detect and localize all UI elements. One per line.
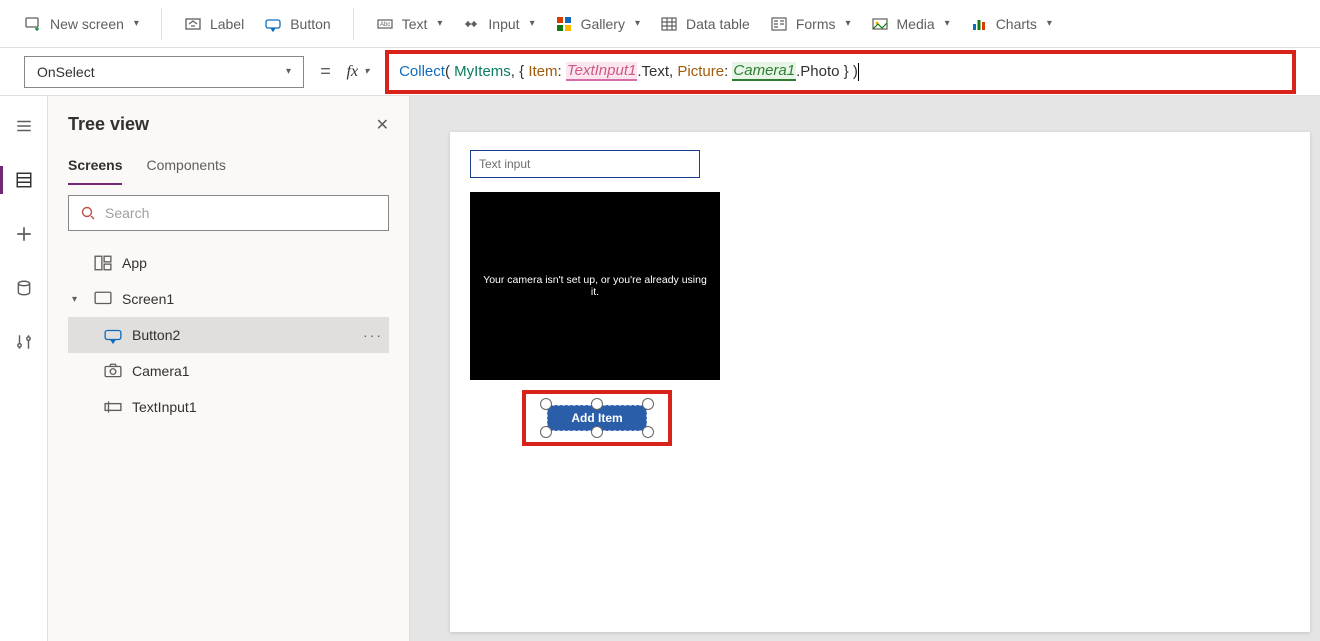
chevron-down-icon: ▾ [437, 18, 442, 29]
tree-item-textinput1[interactable]: TextInput1 [68, 389, 389, 425]
rail-insert[interactable] [8, 218, 40, 250]
more-icon[interactable]: ··· [363, 327, 383, 343]
rail-tools[interactable] [8, 326, 40, 358]
tree-item-camera1[interactable]: Camera1 [68, 353, 389, 389]
charts-icon [970, 15, 988, 33]
button-label: Button [290, 16, 330, 32]
chevron-down-icon: ▾ [635, 18, 640, 29]
resize-handle[interactable] [642, 426, 654, 438]
tree-title: Tree view [68, 114, 149, 135]
canvas-text-input[interactable]: Text input [470, 150, 700, 178]
fx-button[interactable]: fx▾ [347, 63, 370, 81]
tree-tabs: Screens Components [68, 151, 389, 185]
screen-icon [94, 290, 112, 308]
tree-label: App [122, 255, 147, 271]
rail-hamburger[interactable] [8, 110, 40, 142]
text-input-placeholder: Text input [479, 157, 530, 171]
camera-icon [104, 362, 122, 380]
tree-item-app[interactable]: App [68, 245, 389, 281]
text-input-icon [104, 398, 122, 416]
resize-handle[interactable] [591, 398, 603, 410]
ribbon-divider [353, 8, 354, 40]
media-icon [871, 15, 889, 33]
screen-plus-icon [24, 15, 42, 33]
button-icon [104, 326, 122, 344]
text-label: Text [402, 16, 428, 32]
charts-label: Charts [996, 16, 1037, 32]
rail-tree-view[interactable] [8, 164, 40, 196]
label-icon [184, 15, 202, 33]
app-canvas[interactable]: Text input Your camera isn't set up, or … [450, 132, 1310, 632]
data-table-button[interactable]: Data table [650, 9, 760, 39]
tree-item-button2[interactable]: Button2 ··· [68, 317, 389, 353]
ribbon-toolbar: New screen ▾ Label Button Abc Text ▾ Inp… [0, 0, 1320, 48]
add-item-button[interactable]: Add Item [547, 405, 647, 431]
search-placeholder: Search [105, 205, 149, 221]
chevron-down-icon: ▾ [845, 18, 850, 29]
new-screen-button[interactable]: New screen ▾ [14, 9, 149, 39]
tree-label: Button2 [132, 327, 180, 343]
canvas-camera[interactable]: Your camera isn't set up, or you're alre… [470, 192, 720, 380]
label-button[interactable]: Label [174, 9, 254, 39]
chevron-down-icon: ▾ [134, 18, 139, 29]
left-rail [0, 96, 48, 641]
property-selector[interactable]: OnSelect ▾ [24, 56, 304, 88]
data-table-label: Data table [686, 16, 750, 32]
button-button[interactable]: Button [254, 9, 340, 39]
text-button[interactable]: Abc Text ▾ [366, 9, 453, 39]
resize-handle[interactable] [540, 398, 552, 410]
formula-input[interactable]: Collect( MyItems, { Item: TextInput1.Tex… [385, 50, 1296, 94]
input-button[interactable]: Input ▾ [452, 9, 544, 39]
formula-bar: OnSelect ▾ = fx▾ Collect( MyItems, { Ite… [0, 48, 1320, 96]
gallery-button[interactable]: Gallery ▾ [545, 9, 650, 39]
search-icon [79, 204, 97, 222]
camera-message: Your camera isn't set up, or you're alre… [480, 274, 710, 298]
tree-view-panel: Tree view ✕ Screens Components Search Ap… [48, 96, 410, 641]
main-area: Tree view ✕ Screens Components Search Ap… [0, 96, 1320, 641]
tree-label: Screen1 [122, 291, 174, 307]
tree-list: App ▾ Screen1 Button2 ··· Camera1 TextIn… [68, 245, 389, 425]
media-label: Media [897, 16, 935, 32]
chevron-down-icon: ▾ [1047, 18, 1052, 29]
data-table-icon [660, 15, 678, 33]
property-value: OnSelect [37, 64, 95, 80]
tree-item-screen1[interactable]: ▾ Screen1 [68, 281, 389, 317]
tab-screens[interactable]: Screens [68, 151, 122, 185]
gallery-icon [555, 15, 573, 33]
input-label: Input [488, 16, 519, 32]
forms-label: Forms [796, 16, 836, 32]
label-label: Label [210, 16, 244, 32]
tree-search[interactable]: Search [68, 195, 389, 231]
button-icon [264, 15, 282, 33]
svg-text:Abc: Abc [380, 22, 390, 28]
forms-button[interactable]: Forms ▾ [760, 9, 861, 39]
equals-sign: = [320, 61, 331, 82]
resize-handle[interactable] [540, 426, 552, 438]
charts-button[interactable]: Charts ▾ [960, 9, 1062, 39]
forms-icon [770, 15, 788, 33]
input-icon [462, 15, 480, 33]
rail-data[interactable] [8, 272, 40, 304]
canvas-area[interactable]: Text input Your camera isn't set up, or … [410, 96, 1320, 641]
chevron-down-icon: ▾ [530, 18, 535, 29]
gallery-label: Gallery [581, 16, 625, 32]
tab-components[interactable]: Components [146, 151, 225, 185]
close-icon[interactable]: ✕ [376, 115, 389, 135]
tree-label: TextInput1 [132, 399, 197, 415]
new-screen-label: New screen [50, 16, 124, 32]
chevron-down-icon: ▾ [72, 294, 84, 305]
canvas-button-selected[interactable]: Add Item [522, 390, 672, 446]
button-text: Add Item [571, 411, 622, 425]
ribbon-divider [161, 8, 162, 40]
resize-handle[interactable] [591, 426, 603, 438]
media-button[interactable]: Media ▾ [861, 9, 960, 39]
chevron-down-icon: ▾ [286, 66, 291, 77]
tree-label: Camera1 [132, 363, 190, 379]
chevron-down-icon: ▾ [945, 18, 950, 29]
resize-handle[interactable] [642, 398, 654, 410]
chevron-down-icon: ▾ [364, 66, 369, 77]
text-icon: Abc [376, 15, 394, 33]
app-icon [94, 254, 112, 272]
